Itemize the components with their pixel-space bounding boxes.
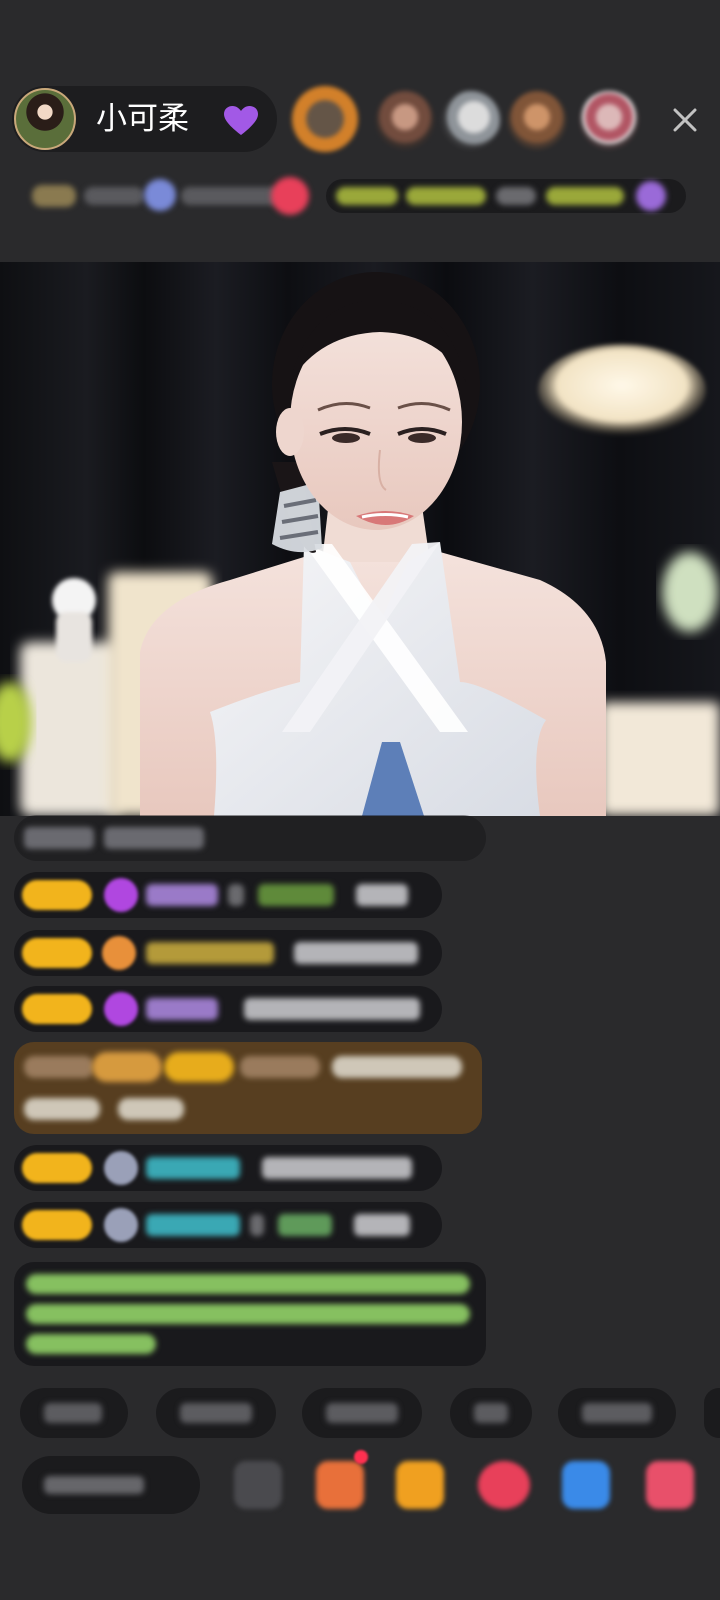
viewer-avatar[interactable] [508, 91, 566, 149]
host-avatar[interactable] [14, 88, 76, 150]
gift-box-icon[interactable] [396, 1461, 444, 1509]
close-icon[interactable] [670, 105, 700, 135]
viewer-avatar[interactable] [580, 91, 638, 149]
chat-message[interactable] [14, 815, 486, 861]
system-notice-message [14, 1262, 486, 1366]
shopping-icon[interactable] [316, 1461, 364, 1509]
streamer-video-frame [0, 272, 720, 816]
quick-phrase-button[interactable] [450, 1388, 532, 1438]
notification-dot [354, 1450, 368, 1464]
chat-message[interactable] [14, 872, 442, 918]
comment-input[interactable] [22, 1456, 200, 1514]
quick-phrase-button[interactable] [302, 1388, 422, 1438]
game-icon[interactable] [562, 1461, 610, 1509]
live-info-row[interactable] [26, 175, 696, 217]
top-viewer-avatar[interactable] [292, 86, 358, 152]
quick-phrase-label [44, 1403, 102, 1423]
gift-icon[interactable] [646, 1461, 694, 1509]
chat-highlight-message[interactable] [14, 1042, 482, 1134]
host-info-pill[interactable]: 小可柔 [12, 86, 277, 152]
host-name: 小可柔 [96, 101, 189, 137]
quick-phrase-button[interactable] [558, 1388, 676, 1438]
purple-heart-icon [224, 106, 258, 135]
quick-phrase-button[interactable] [704, 1388, 720, 1438]
live-video-stream[interactable] [0, 262, 720, 816]
chat-message[interactable] [14, 930, 442, 976]
chat-message[interactable] [14, 986, 442, 1032]
chat-message[interactable] [14, 1202, 442, 1248]
viewer-avatar[interactable] [442, 91, 500, 149]
chat-message[interactable] [14, 1145, 442, 1191]
emoji-icon[interactable] [234, 1461, 282, 1509]
viewer-avatar[interactable] [376, 91, 434, 149]
quick-phrase-button[interactable] [156, 1388, 276, 1438]
red-packet-icon[interactable] [478, 1461, 530, 1509]
